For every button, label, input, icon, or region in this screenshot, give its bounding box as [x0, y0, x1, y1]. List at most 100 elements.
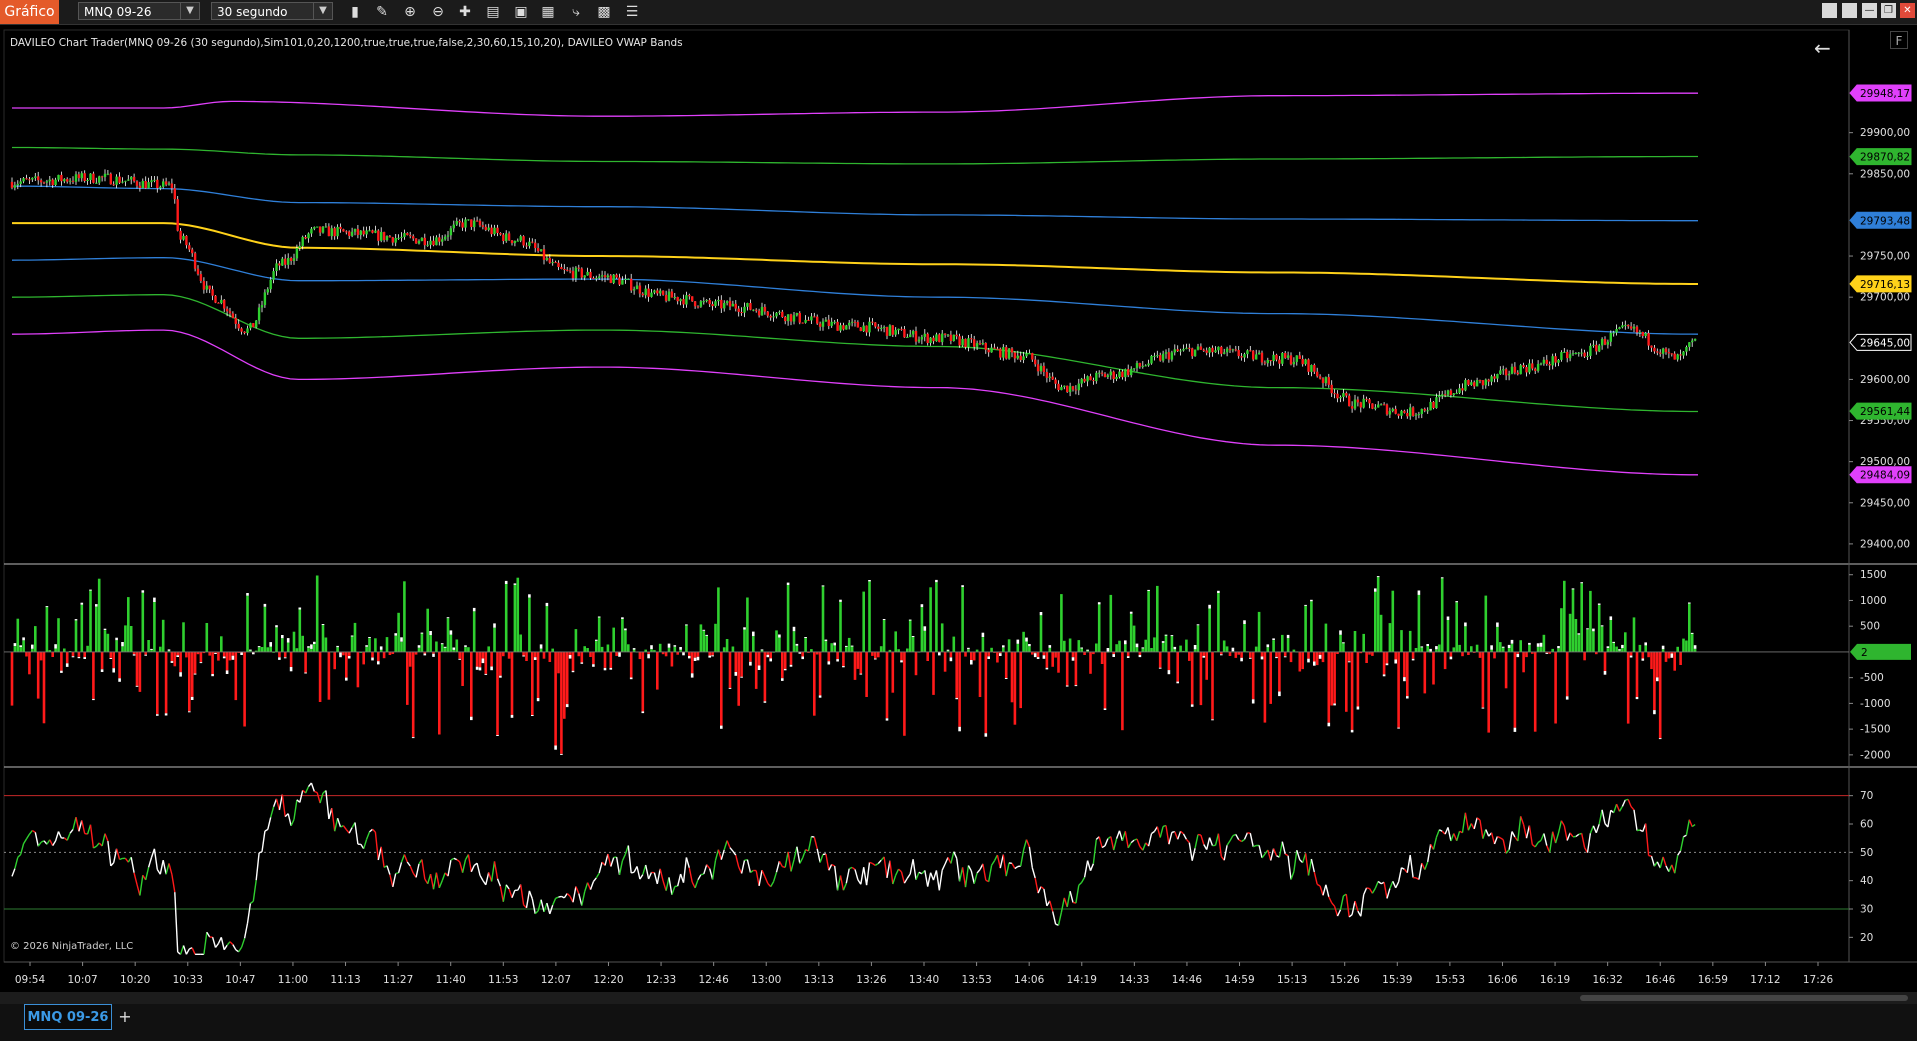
volume-delta-tip: [231, 655, 235, 660]
candle-body: [1225, 348, 1229, 353]
time-axis[interactable]: 09:54 10:07 10:20 10:33 10:47 11:00 11:13 11:27…: [15, 962, 1834, 986]
back-arrow-icon[interactable]: ←: [1814, 38, 1831, 58]
candle-body: [853, 321, 857, 323]
candle-body: [426, 244, 429, 246]
volume-delta-tip: [1103, 708, 1107, 710]
zoom-in-icon[interactable]: ⊕: [400, 2, 420, 22]
template-icon[interactable]: ▦: [538, 2, 558, 22]
data-box-icon[interactable]: ▤: [483, 2, 503, 22]
volume-delta-tip: [821, 585, 825, 587]
volume-delta-tip: [1231, 647, 1235, 652]
volume-delta-bar: [688, 651, 691, 656]
strategies-icon[interactable]: ⤷: [566, 2, 586, 22]
candle-body: [606, 275, 610, 278]
properties-icon[interactable]: ☰: [622, 2, 642, 22]
volume-delta-bar: [1156, 585, 1159, 652]
indicators-icon[interactable]: ▩: [594, 2, 614, 22]
rsi-segment: [964, 865, 970, 888]
volume-delta-bar: [1342, 642, 1345, 652]
volume-delta-tip: [1327, 722, 1331, 727]
chevron-down-icon[interactable]: ▼: [313, 3, 332, 19]
minimize-box-icon[interactable]: [1822, 3, 1837, 18]
candle-body: [786, 314, 790, 322]
candle-body: [929, 337, 932, 343]
rsi-segment: [688, 867, 693, 883]
volume-delta-bar: [1103, 651, 1107, 709]
volume-delta-bar: [417, 647, 421, 652]
volume-delta-bar: [455, 639, 459, 652]
candle-body: [414, 238, 418, 244]
candle-body: [1292, 361, 1296, 365]
candle-body: [682, 299, 685, 305]
volume-delta-tip: [199, 662, 203, 664]
tab-mnq[interactable]: MNQ 09-26: [24, 1004, 112, 1030]
volume-delta-bar: [1583, 651, 1586, 661]
candle-body: [374, 230, 377, 233]
restore-icon[interactable]: ❐: [1881, 3, 1896, 18]
chevron-down-icon[interactable]: ▼: [180, 3, 199, 19]
candle-body: [1284, 353, 1287, 358]
volume-delta-tip: [1690, 632, 1694, 634]
rsi-segment: [1685, 819, 1690, 836]
f-button[interactable]: F: [1890, 31, 1908, 49]
candle-body: [1534, 368, 1537, 371]
candle-body: [1432, 401, 1435, 409]
add-tab-button[interactable]: +: [114, 1004, 136, 1030]
candle-body: [188, 245, 191, 250]
volume-delta-bar: [1141, 648, 1145, 652]
volume-delta-tip: [1333, 703, 1336, 706]
volume-delta-bar: [1356, 651, 1360, 707]
rsi-segment: [958, 867, 964, 882]
candle-body: [1211, 347, 1214, 353]
volume-delta-bar: [1028, 646, 1031, 652]
scrollbar-thumb[interactable]: [1580, 995, 1908, 1001]
time-tick-label: 14:46: [1172, 974, 1203, 986]
volume-delta-tip: [170, 661, 174, 663]
interval-selector[interactable]: 30 segundo ▼: [211, 2, 333, 20]
instrument-selector[interactable]: MNQ 09-26 ▼: [78, 2, 200, 20]
minimize-icon[interactable]: —: [1862, 3, 1877, 18]
volume-delta-tip: [740, 676, 743, 678]
volume-delta-bar: [74, 620, 78, 652]
chart-canvas[interactable]: 29900,0029850,0029750,0029700,0029600,00…: [0, 25, 1917, 993]
candle-body: [34, 176, 37, 178]
volume-delta-bar: [269, 646, 272, 652]
rsi-segment: [1438, 829, 1443, 832]
candle-body: [71, 180, 75, 182]
rsi-segment: [1182, 833, 1188, 840]
candle-body: [1522, 365, 1525, 367]
rsi-segment: [1313, 871, 1318, 885]
crosshair-icon[interactable]: ✚: [455, 2, 475, 22]
rsi-segment: [54, 831, 60, 842]
volume-delta-bar: [1234, 651, 1238, 658]
candle-body: [350, 231, 354, 236]
rsi-segment: [572, 886, 577, 903]
volume-delta-tip: [225, 670, 229, 674]
zoom-out-icon[interactable]: ⊖: [428, 2, 448, 22]
pencil-icon[interactable]: ✎: [372, 2, 392, 22]
volume-delta-bar: [1150, 648, 1153, 652]
tile-icon[interactable]: [1842, 3, 1857, 18]
candle-body: [1316, 371, 1319, 377]
bars-icon[interactable]: ▮: [345, 2, 365, 22]
volume-delta-bar: [536, 651, 540, 698]
volume-delta-bar: [1190, 651, 1194, 705]
candle-body: [624, 278, 627, 280]
candle-body: [127, 179, 130, 181]
price-axis[interactable]: 29900,0029850,0029750,0029700,0029600,00…: [1849, 84, 1912, 944]
candle-body: [1417, 414, 1421, 415]
volume-delta-tip: [682, 652, 685, 656]
volume-delta-bar: [1496, 626, 1499, 652]
drawing-objects-icon[interactable]: ▣: [511, 2, 531, 22]
volume-delta-tip: [464, 645, 467, 647]
volume-delta-tip: [693, 657, 697, 661]
close-icon[interactable]: ✕: [1900, 3, 1915, 18]
candle-body: [1022, 356, 1025, 360]
candle-body: [1013, 352, 1017, 359]
volume-delta-tip: [1313, 661, 1316, 666]
rsi-segment: [1389, 881, 1394, 889]
volume-delta-tip: [298, 607, 302, 610]
candle-body: [382, 232, 386, 240]
rsi-segment: [336, 817, 342, 828]
rsi-segment: [720, 849, 725, 860]
